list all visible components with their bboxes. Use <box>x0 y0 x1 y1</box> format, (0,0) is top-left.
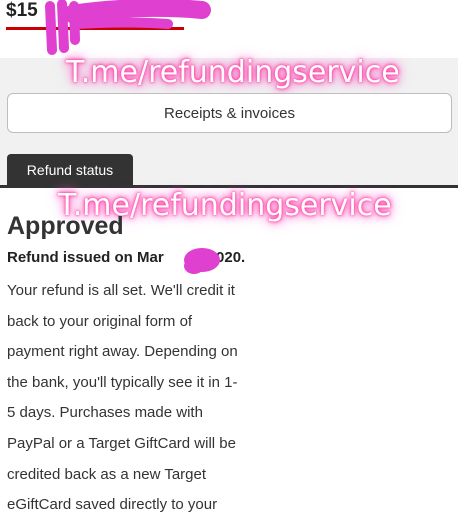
refund-issued-prefix: Refund issued on Mar <box>7 249 164 266</box>
message-line: 5 days. Purchases made with <box>7 404 203 422</box>
refund-status-message: Your refund is all set. We'll credit it … <box>7 276 269 521</box>
receipts-invoices-label: Receipts & invoices <box>164 104 295 122</box>
message-line: eGiftCard saved directly to your <box>7 496 218 514</box>
tab-refund-status[interactable]: Refund status <box>7 154 133 185</box>
refund-status-heading: Approved <box>7 212 124 240</box>
watermark-overlay: T.me/refundingservice <box>66 55 400 90</box>
message-line: credited back as a new Target <box>7 465 207 483</box>
message-line: back to your original form of <box>7 312 193 330</box>
redaction-scribble-date <box>184 248 220 274</box>
redaction-scribble-price <box>45 0 211 55</box>
message-line: PayPal or a Target GiftCard will be <box>7 434 236 452</box>
message-line: the bank, you'll typically see it in 1- <box>7 373 238 391</box>
receipts-invoices-button[interactable]: Receipts & invoices <box>7 93 452 133</box>
tab-refund-status-label: Refund status <box>26 161 114 178</box>
message-line: Your refund is all set. We'll credit it <box>7 282 235 299</box>
message-line: payment right away. Depending on <box>7 343 238 361</box>
